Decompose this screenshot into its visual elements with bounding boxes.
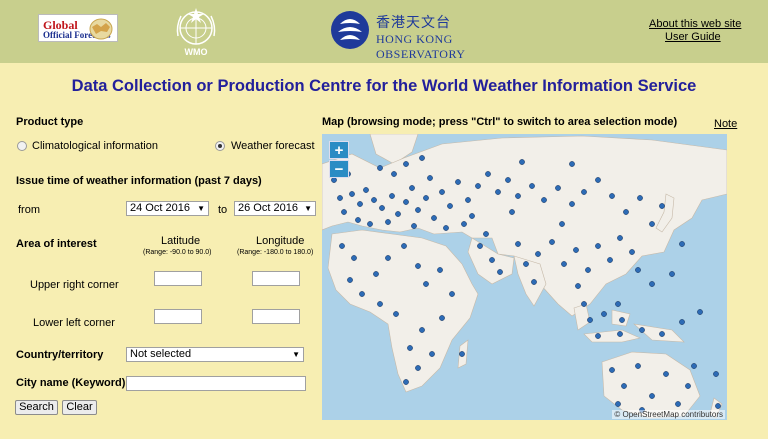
to-date-value: 26 Oct 2016 bbox=[238, 202, 298, 214]
chevron-down-icon: ▼ bbox=[292, 350, 300, 359]
longitude-label: Longitude bbox=[256, 235, 305, 247]
map-attribution: © OpenStreetMap contributors bbox=[612, 410, 725, 419]
country-select-value: Not selected bbox=[130, 348, 192, 360]
search-button[interactable]: Search bbox=[15, 400, 58, 415]
upper-right-latitude-input[interactable] bbox=[154, 271, 202, 286]
lower-left-corner-label: Lower left corner bbox=[33, 317, 115, 329]
clear-button[interactable]: Clear bbox=[62, 400, 97, 415]
world-map[interactable]: + − © OpenStreetMap contributors bbox=[322, 134, 727, 420]
latitude-range: (Range: -90.0 to 90.0) bbox=[143, 249, 212, 256]
to-label: to bbox=[218, 204, 228, 216]
product-type-label: Product type bbox=[16, 116, 84, 128]
latitude-label: Latitude bbox=[161, 235, 201, 247]
map-label: Map (browsing mode; press "Ctrl" to swit… bbox=[322, 116, 678, 128]
chevron-down-icon: ▼ bbox=[197, 204, 205, 213]
longitude-range: (Range: -180.0 to 180.0) bbox=[237, 249, 314, 256]
radio-weather-forecast[interactable] bbox=[215, 141, 225, 151]
from-label: from bbox=[18, 204, 40, 216]
zoom-out-button[interactable]: − bbox=[329, 160, 349, 178]
map-canvas bbox=[322, 134, 727, 419]
about-link[interactable]: About this web site bbox=[649, 18, 741, 30]
chevron-down-icon: ▼ bbox=[304, 204, 312, 213]
note-link[interactable]: Note bbox=[714, 118, 737, 130]
page-title: Data Collection or Production Centre for… bbox=[71, 77, 697, 95]
city-name-label: City name (Keyword) bbox=[16, 377, 126, 389]
zoom-in-button[interactable]: + bbox=[329, 141, 349, 159]
hko-chinese-name: 香港天文台 bbox=[376, 15, 451, 31]
issue-time-label: Issue time of weather information (past … bbox=[16, 175, 262, 187]
header-banner: Global Official Forecasts WMO 香港天文台 HONG… bbox=[0, 0, 768, 63]
globe-icon bbox=[89, 18, 113, 40]
user-guide-link[interactable]: User Guide bbox=[665, 31, 721, 43]
hko-logo[interactable]: 香港天文台 HONG KONG OBSERVATORY bbox=[330, 10, 520, 61]
wmo-text: WMO bbox=[184, 47, 208, 57]
radio-climatological[interactable] bbox=[17, 141, 27, 151]
wmo-logo[interactable]: WMO bbox=[172, 6, 220, 60]
lower-left-latitude-input[interactable] bbox=[154, 309, 202, 324]
wmo-emblem-icon bbox=[176, 8, 216, 45]
from-date-value: 24 Oct 2016 bbox=[130, 202, 190, 214]
upper-right-longitude-input[interactable] bbox=[252, 271, 300, 286]
radio-weather-forecast-label[interactable]: Weather forecast bbox=[231, 140, 315, 152]
area-of-interest-label: Area of interest bbox=[16, 238, 97, 250]
city-name-input[interactable] bbox=[126, 376, 306, 391]
gof-logo[interactable]: Global Official Forecasts bbox=[38, 14, 118, 42]
hko-english-name: HONG KONG OBSERVATORY bbox=[376, 32, 466, 61]
country-select[interactable]: Not selected ▼ bbox=[126, 347, 304, 362]
lower-left-longitude-input[interactable] bbox=[252, 309, 300, 324]
hko-emblem-icon bbox=[331, 11, 369, 49]
radio-climatological-label[interactable]: Climatological information bbox=[32, 140, 158, 152]
from-date-select[interactable]: 24 Oct 2016 ▼ bbox=[126, 201, 209, 216]
country-label: Country/territory bbox=[16, 349, 104, 361]
upper-right-corner-label: Upper right corner bbox=[30, 279, 119, 291]
to-date-select[interactable]: 26 Oct 2016 ▼ bbox=[234, 201, 316, 216]
